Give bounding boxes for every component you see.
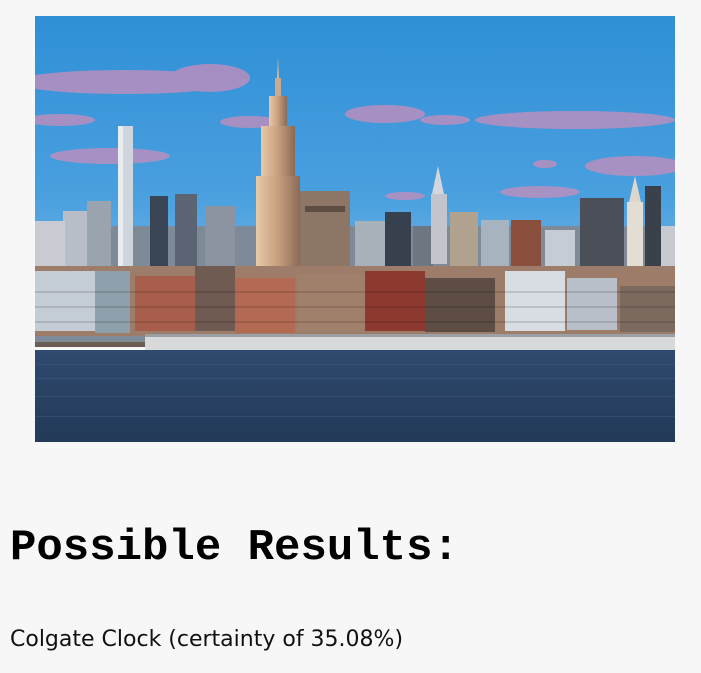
results-heading: Possible Results: [10, 523, 459, 573]
page: Possible Results: Colgate Clock (certain… [0, 0, 701, 673]
city-skyline-photo [35, 16, 675, 442]
result-item: Colgate Clock (certainty of 35.08%) [10, 627, 404, 652]
